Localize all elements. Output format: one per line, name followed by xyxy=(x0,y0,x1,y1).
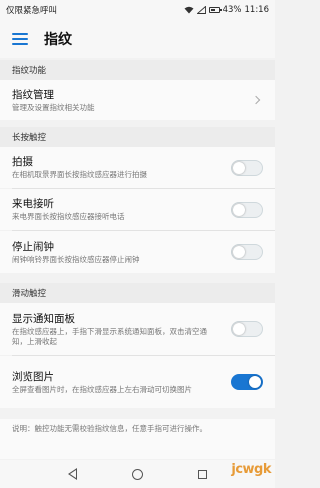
carrier-label: 仅限紧急呼叫 xyxy=(6,6,58,16)
answer-call-toggle[interactable] xyxy=(231,201,263,218)
back-icon[interactable] xyxy=(67,468,77,480)
row-title: 停止闹钟 xyxy=(12,240,54,253)
row-fingerprint-management[interactable]: 指纹管理 管理及设置指纹相关功能 xyxy=(0,80,275,120)
browse-images-toggle[interactable] xyxy=(231,374,263,390)
row-title: 拍摄 xyxy=(12,156,33,168)
home-icon[interactable] xyxy=(131,468,143,480)
capture-toggle[interactable] xyxy=(231,159,263,176)
signal-off-icon xyxy=(196,6,206,14)
row-title: 浏览图片 xyxy=(12,370,54,383)
row-answer-call[interactable]: 来电接听 来电界面长按指纹感应器接听电话 xyxy=(0,189,275,230)
wifi-icon xyxy=(184,6,194,14)
notification-panel-toggle[interactable] xyxy=(231,321,263,337)
row-show-notification-panel[interactable]: 显示通知面板 在指纹感应器上，手指下滑显示系统通知面板，双击清空通知，上滑收起 xyxy=(0,303,275,355)
row-subtitle: 全屏查看图片时，在指纹感应器上左右滑动可切换图片 xyxy=(12,384,192,394)
app-bar: 指纹 xyxy=(0,20,275,58)
status-bar: 仅限紧急呼叫 43% 11:16 xyxy=(0,0,275,20)
row-stop-alarm[interactable]: 停止闹钟 闹钟响铃界面长按指纹感应器停止闹钟 xyxy=(0,231,275,273)
row-browse-images[interactable]: 浏览图片 全屏查看图片时，在指纹感应器上左右滑动可切换图片 xyxy=(0,356,275,408)
row-title: 指纹管理 xyxy=(12,88,54,101)
stop-alarm-toggle[interactable] xyxy=(231,244,263,260)
info-note: 说明：触控功能无需校验指纹信息，任意手指可进行操作。 xyxy=(0,419,275,459)
section-header-fingerprint-functions: 指纹功能 xyxy=(0,60,275,80)
page-title: 指纹 xyxy=(44,32,72,48)
battery-level: 43% xyxy=(222,5,242,15)
clock: 11:16 xyxy=(244,5,270,15)
menu-icon[interactable] xyxy=(12,33,28,45)
row-subtitle: 在相机取景界面长按指纹感应器进行拍摄 xyxy=(12,170,147,179)
recents-icon[interactable] xyxy=(198,469,208,479)
row-title: 显示通知面板 xyxy=(12,312,75,325)
section-header-swipe: 滑动触控 xyxy=(0,283,275,303)
watermark-logo: jcwgk xyxy=(231,462,271,477)
status-icons: 43% 11:16 xyxy=(184,5,269,15)
chevron-right-icon xyxy=(251,95,261,105)
row-title: 来电接听 xyxy=(12,198,54,210)
row-subtitle: 来电界面长按指纹感应器接听电话 xyxy=(12,212,125,221)
battery-icon xyxy=(208,7,222,13)
row-subtitle: 管理及设置指纹相关功能 xyxy=(12,102,95,112)
row-subtitle: 在指纹感应器上，手指下滑显示系统通知面板，双击清空通知，上滑收起 xyxy=(12,326,207,346)
row-capture[interactable]: 拍摄 在相机取景界面长按指纹感应器进行拍摄 xyxy=(0,147,275,188)
section-header-long-press: 长按触控 xyxy=(0,127,275,147)
row-subtitle: 闹钟响铃界面长按指纹感应器停止闹钟 xyxy=(12,254,140,264)
